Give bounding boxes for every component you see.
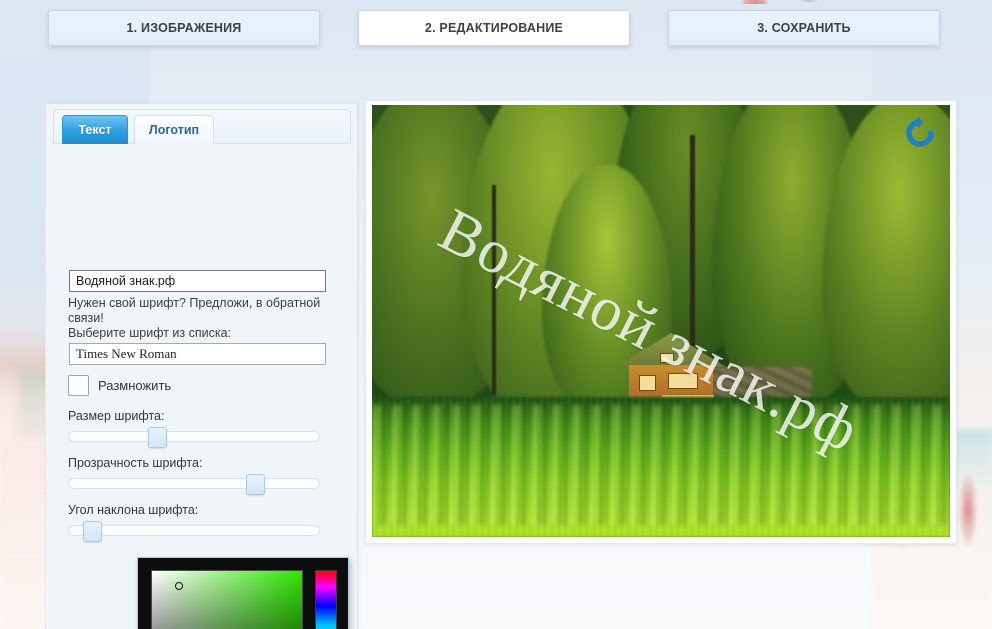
step-button-editing[interactable]: 2. РЕДАКТИРОВАНИЕ	[358, 10, 630, 46]
font-opacity-slider-label: Прозрачность шрифта:	[68, 456, 203, 470]
rotate-image-button[interactable]	[904, 117, 936, 149]
tile-checkbox-label: Размножить	[98, 378, 172, 393]
tab-text[interactable]: Текст	[62, 115, 128, 144]
cabin-window-left	[639, 375, 656, 391]
font-size-slider-label: Размер шрифта:	[68, 409, 165, 423]
controls-panel: Текст Логотип Нужен свой шрифт? Предложи…	[45, 104, 358, 629]
tab-logo-label: Логотип	[148, 123, 200, 137]
font-opacity-slider-thumb[interactable]	[246, 474, 266, 495]
rotate-icon	[906, 117, 934, 147]
font-size-slider[interactable]	[68, 427, 320, 448]
tile-checkbox[interactable]	[68, 375, 89, 396]
font-size-slider-thumb[interactable]	[148, 427, 168, 448]
image-preview-panel: Водяной знак.рф	[365, 100, 957, 544]
font-select[interactable]	[69, 343, 326, 365]
lake-reflections	[372, 405, 950, 525]
saturation-value-gradient[interactable]	[151, 570, 303, 629]
panel-tabstrip: Текст Логотип	[53, 109, 351, 144]
clipped-top-ornament-secondary	[800, 0, 818, 2]
tab-text-label: Текст	[78, 123, 112, 137]
step-button-save[interactable]: 3. СОХРАНИТЬ	[668, 10, 940, 46]
font-angle-slider-thumb[interactable]	[82, 521, 102, 542]
color-picker[interactable]	[137, 557, 349, 629]
choose-font-hint: Выберите шрифт из списка:	[68, 326, 232, 340]
clipped-top-ornament	[742, 0, 768, 4]
font-angle-slider[interactable]	[68, 521, 320, 542]
step-1-label: 1. ИЗОБРАЖЕНИЯ	[126, 21, 242, 35]
color-picker-cursor[interactable]	[175, 581, 184, 590]
step-button-images[interactable]: 1. ИЗОБРАЖЕНИЯ	[48, 10, 320, 46]
tile-checkbox-row[interactable]: Размножить	[68, 375, 171, 396]
tab-logo[interactable]: Логотип	[134, 115, 214, 144]
step-3-label: 3. СОХРАНИТЬ	[757, 21, 851, 35]
font-opacity-slider[interactable]	[68, 474, 320, 495]
custom-font-hint: Нужен свой шрифт? Предложи, в обратной с…	[68, 296, 321, 325]
watermark-text-input[interactable]	[69, 270, 326, 292]
step-navigation: 1. ИЗОБРАЖЕНИЯ 2. РЕДАКТИРОВАНИЕ 3. СОХР…	[0, 10, 992, 50]
font-angle-slider-label: Угол наклона шрифта:	[68, 503, 199, 517]
hue-strip[interactable]	[315, 570, 337, 629]
step-2-label: 2. РЕДАКТИРОВАНИЕ	[424, 21, 564, 35]
image-preview[interactable]: Водяной знак.рф	[372, 105, 950, 537]
